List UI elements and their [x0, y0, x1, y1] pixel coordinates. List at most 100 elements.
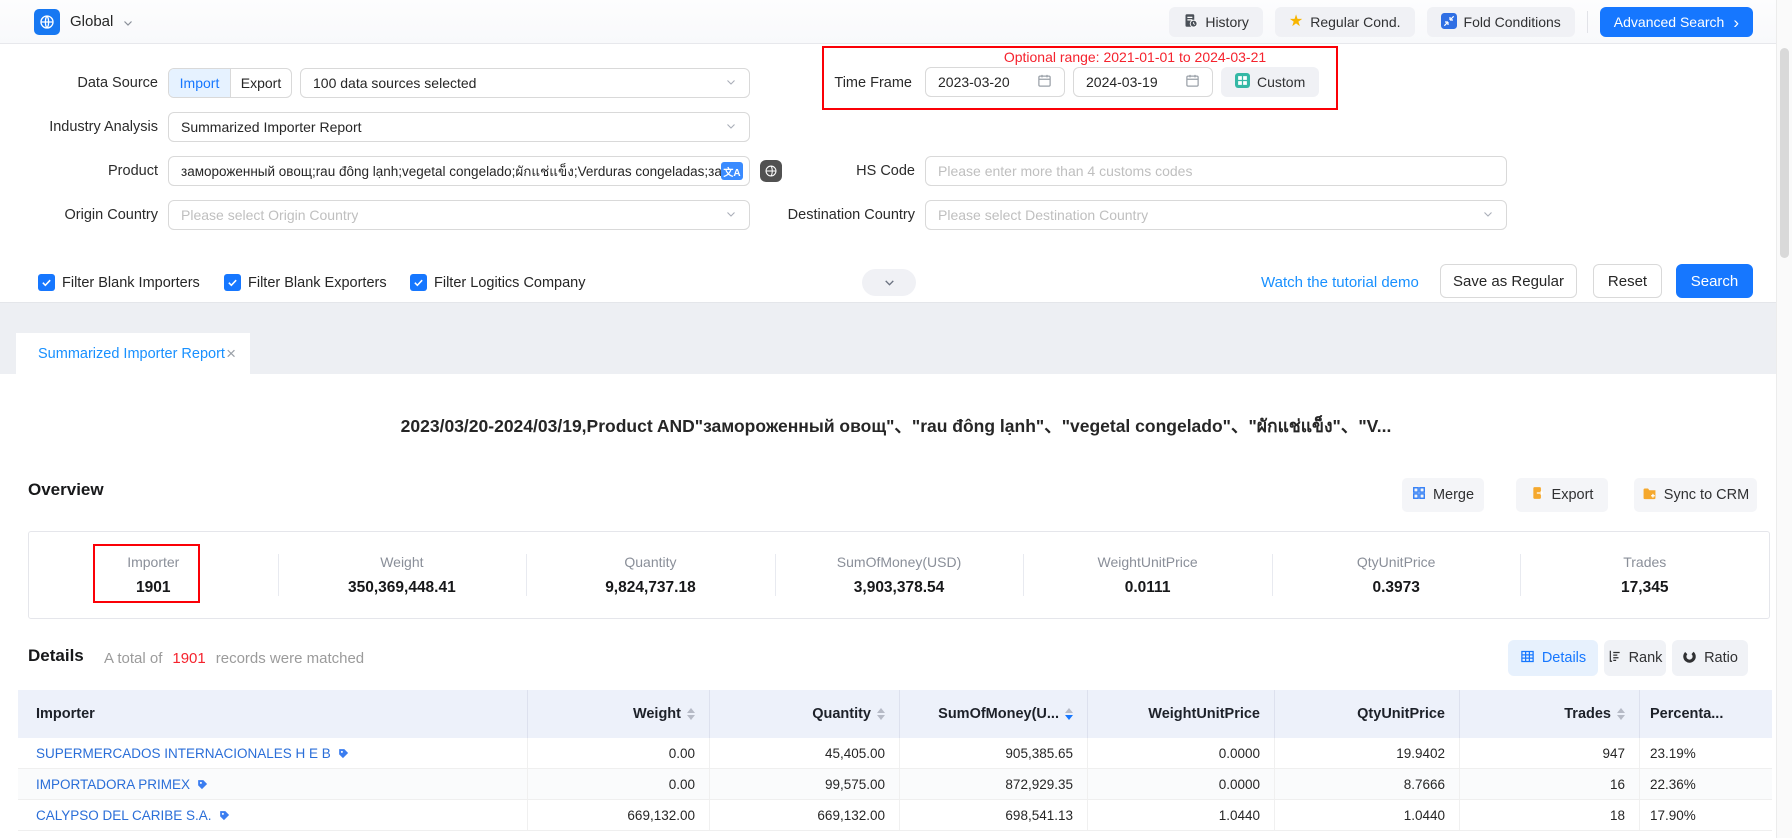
merge-button[interactable]: Merge — [1402, 478, 1484, 512]
folder-sync-icon — [1642, 486, 1657, 505]
translate-button[interactable] — [760, 160, 782, 182]
filter-checkbox-label[interactable]: Filter Blank Importers — [62, 268, 200, 298]
importer-link[interactable]: SUPERMERCADOS INTERNACIONALES H E B — [36, 746, 350, 761]
collapse-form-button[interactable] — [862, 269, 916, 296]
stat-quantity: Quantity 9,824,737.18 — [526, 532, 775, 618]
col-weight[interactable]: Weight — [528, 690, 710, 738]
hs-code-label: HS Code — [795, 156, 915, 186]
sort-icon — [877, 708, 885, 720]
col-importer: Importer — [18, 690, 528, 738]
industry-analysis-select[interactable]: Summarized Importer Report — [168, 112, 750, 142]
tab-summarized-importer-report[interactable]: Summarized Importer Report × — [16, 333, 250, 374]
view-rank-button[interactable]: Rank — [1604, 640, 1666, 676]
top-bar: Global History ★ Regular Cond. Fold Cond… — [0, 0, 1792, 44]
end-date-picker[interactable]: 2024-03-19 — [1073, 67, 1213, 97]
close-icon[interactable]: × — [226, 345, 236, 362]
destination-country-select[interactable]: Please select Destination Country — [925, 200, 1507, 230]
time-frame-label: Time Frame — [780, 68, 912, 98]
col-trades[interactable]: Trades — [1460, 690, 1640, 738]
tab-strip — [0, 302, 1792, 374]
details-title: Details — [28, 646, 84, 666]
sort-icon-active — [1065, 708, 1073, 720]
col-weight-unit-price: WeightUnitPrice — [1088, 690, 1275, 738]
history-icon — [1183, 13, 1198, 31]
industry-analysis-label: Industry Analysis — [20, 112, 158, 142]
stat-importer: Importer 1901 — [29, 532, 278, 618]
scrollbar-thumb[interactable] — [1780, 48, 1789, 258]
topbar-actions: History ★ Regular Cond. Fold Conditions … — [1169, 7, 1753, 37]
importer-link[interactable]: IMPORTADORA PRIMEX — [36, 777, 209, 792]
tag-icon — [337, 747, 350, 760]
sync-to-crm-button[interactable]: Sync to CRM — [1634, 478, 1757, 512]
product-label: Product — [20, 156, 158, 186]
chevron-down-icon — [725, 119, 737, 135]
stat-weight-unit-price: WeightUnitPrice 0.0111 — [1023, 532, 1272, 618]
filter-checkbox-label[interactable]: Filter Logitics Company — [434, 268, 586, 298]
history-button[interactable]: History — [1169, 7, 1263, 37]
tag-icon — [218, 809, 231, 822]
table-row-importer: SUPERMERCADOS INTERNACIONALES H E B — [18, 738, 528, 769]
pie-icon — [1682, 649, 1697, 668]
save-as-regular-button[interactable]: Save as Regular — [1440, 264, 1577, 298]
records-matched-text: A total of1901records were matched — [104, 646, 364, 672]
data-sources-select[interactable]: 100 data sources selected — [300, 68, 750, 98]
chevron-down-icon[interactable] — [122, 16, 134, 34]
start-date-picker[interactable]: 2023-03-20 — [925, 67, 1065, 97]
export-button[interactable]: Export — [1516, 478, 1608, 512]
data-source-label: Data Source — [20, 68, 158, 98]
export-icon — [1531, 486, 1545, 504]
page: Global History ★ Regular Cond. Fold Cond… — [0, 0, 1792, 838]
star-icon: ★ — [1289, 14, 1303, 30]
query-summary: 2023/03/20-2024/03/19,Product AND"заморо… — [0, 412, 1792, 440]
tutorial-demo-link[interactable]: Watch the tutorial demo — [1261, 268, 1419, 298]
optional-range-note: Optional range: 2021-01-01 to 2024-03-21 — [935, 49, 1335, 65]
stat-weight: Weight 350,369,448.41 — [278, 532, 527, 618]
fold-icon — [1441, 13, 1457, 32]
overview-stats-card: Importer 1901 Weight 350,369,448.41 Quan… — [28, 531, 1770, 619]
calendar-icon — [1185, 73, 1200, 91]
sort-icon — [687, 708, 695, 720]
rank-icon — [1608, 649, 1622, 667]
data-source-segment: Import Export — [168, 68, 292, 98]
overview-title: Overview — [28, 480, 104, 500]
search-button[interactable]: Search — [1676, 264, 1753, 298]
destination-country-label: Destination Country — [758, 200, 915, 230]
merge-icon — [1412, 486, 1426, 504]
divider — [1587, 11, 1588, 33]
records-count: 1901 — [162, 650, 215, 667]
product-input[interactable]: замороженный овощ;rau đông lạnh;vegetal … — [168, 156, 750, 186]
table-row-importer: CALYPSO DEL CARIBE S.A. — [18, 800, 528, 831]
advanced-search-button[interactable]: Advanced Search › — [1600, 7, 1753, 37]
filter-blank-importers-checkbox[interactable] — [38, 274, 55, 291]
translate-badge-icon[interactable]: 文A — [721, 162, 743, 180]
fold-conditions-button[interactable]: Fold Conditions — [1427, 7, 1575, 37]
chevron-down-icon — [1482, 207, 1494, 223]
hs-code-input[interactable] — [925, 156, 1507, 186]
col-qty-unit-price: QtyUnitPrice — [1275, 690, 1460, 738]
custom-range-button[interactable]: Custom — [1221, 67, 1319, 97]
col-quantity[interactable]: Quantity — [710, 690, 900, 738]
stat-trades: Trades 17,345 — [1520, 532, 1769, 618]
region-selector[interactable]: Global — [70, 0, 113, 44]
globe-icon[interactable] — [34, 9, 60, 35]
details-table: Importer Weight Quantity SumOfMoney(U...… — [18, 690, 1772, 831]
view-details-button[interactable]: Details — [1508, 640, 1598, 676]
custom-icon — [1235, 73, 1250, 91]
scrollbar[interactable] — [1776, 0, 1792, 838]
filter-blank-exporters-checkbox[interactable] — [224, 274, 241, 291]
filter-logitics-company-checkbox[interactable] — [410, 274, 427, 291]
stat-qty-unit-price: QtyUnitPrice 0.3973 — [1272, 532, 1521, 618]
importer-link[interactable]: CALYPSO DEL CARIBE S.A. — [36, 808, 231, 823]
tag-icon — [196, 778, 209, 791]
chevron-down-icon — [725, 207, 737, 223]
table-row-importer: IMPORTADORA PRIMEX — [18, 769, 528, 800]
reset-button[interactable]: Reset — [1593, 264, 1662, 298]
origin-country-select[interactable]: Please select Origin Country — [168, 200, 750, 230]
import-tab[interactable]: Import — [169, 69, 230, 97]
view-ratio-button[interactable]: Ratio — [1672, 640, 1748, 676]
col-sum-of-money[interactable]: SumOfMoney(U... — [900, 690, 1088, 738]
export-tab[interactable]: Export — [230, 69, 291, 97]
regular-cond-button[interactable]: ★ Regular Cond. — [1275, 7, 1415, 37]
filter-checkbox-label[interactable]: Filter Blank Exporters — [248, 268, 387, 298]
col-percentage: Percenta... — [1640, 690, 1772, 738]
